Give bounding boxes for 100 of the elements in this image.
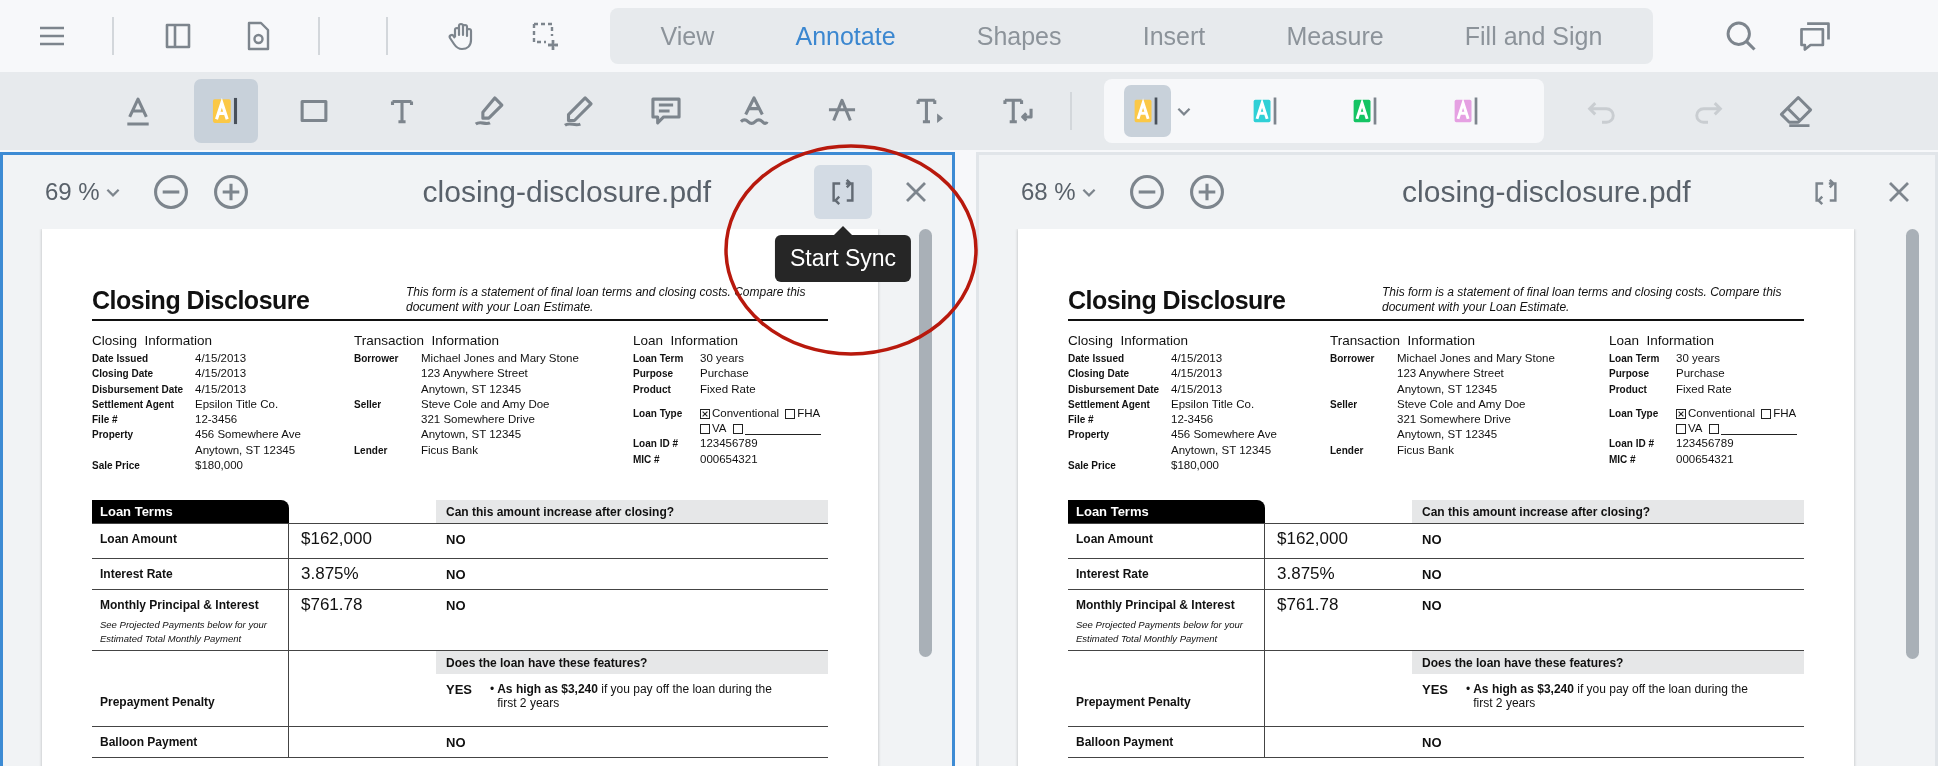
field-label: Product [633,382,672,397]
field-value: Anytown, ST 12345 [195,442,297,458]
document-title: Closing Disclosure [1068,286,1287,315]
question-heading: Does the loan have these features? [436,651,828,675]
field-value: Anytown, ST 12345 [1397,427,1499,443]
row-label: Balloon Payment [1076,735,1175,750]
checkbox-label: Conventional [712,405,780,421]
sync-button[interactable] [814,165,872,219]
row-answer: NO [1422,735,1443,751]
field-value: 4/15/2013 [1171,366,1223,382]
checkbox[interactable] [1676,423,1686,434]
zoom-dropdown[interactable]: 68 % [1021,178,1098,206]
field-value: 4/15/2013 [1171,381,1223,397]
field-value: 4/15/2013 [195,366,247,382]
field-value: 12-3456 [1171,412,1214,428]
bullet: • [1466,682,1471,697]
row-value: $162,000 [301,529,372,549]
field-value: 123 Anywhere Street [1397,366,1505,382]
field-value: Fixed Rate [700,381,756,397]
checkbox-label: Conventional [1688,405,1756,421]
checkbox[interactable] [785,408,796,419]
row-answer: YES [1422,682,1449,698]
scrollbar[interactable] [1906,229,1919,659]
row-answer: NO [1422,567,1443,583]
field-value: $180,000 [195,458,243,474]
tooltip: Start Sync [774,235,912,282]
row-label: Interest Rate [100,567,174,582]
tab[interactable]: Annotate [785,15,906,57]
checkbox[interactable] [700,408,710,419]
checkbox[interactable] [732,423,743,434]
checkbox[interactable] [700,423,710,434]
field-label: File # [92,413,119,428]
field-label: Sale Price [1068,459,1117,474]
field-label: Purpose [633,367,674,382]
field-label: Date Issued [92,352,150,366]
zoom-out-icon[interactable] [151,173,190,211]
field-label: Lender [354,443,389,458]
field-label: Seller [354,397,383,412]
field-label: Settlement Agent [1068,397,1151,412]
row-value: $761.78 [1277,595,1339,615]
field-value: Anytown, ST 12345 [1397,381,1499,397]
field-value: 4/15/2013 [1171,351,1223,366]
field-label: Loan Type [1609,406,1660,421]
question-heading: Can this amount increase after closing? [436,500,828,524]
eraser-icon[interactable] [1778,93,1814,129]
field-label: Closing Date [92,367,155,382]
field-value: 456 Somewhere Ave [195,427,301,443]
field-value: 4/15/2013 [195,351,247,366]
field-value: 321 Somewhere Drive [1397,412,1512,428]
question-heading: Does the loan have these features? [1412,651,1804,675]
zoom-in-icon[interactable] [211,173,250,211]
checkbox[interactable] [1761,408,1772,419]
field-value: Steve Cole and Amy Doe [1397,396,1526,412]
checkbox[interactable] [1676,408,1686,419]
field-value: 30 years [700,351,745,366]
field-value: 30 years [1676,351,1721,366]
field-label: MIC # [633,452,661,467]
field-value: Anytown, ST 12345 [1171,442,1273,458]
row-note: See Projected Payments below for your Estimated Total Monthly Payment [100,618,268,647]
row-value: $162,000 [1277,529,1348,549]
field-value: Purchase [700,366,749,382]
zoom-dropdown[interactable]: 69 % [45,178,122,206]
row-value: 3.875% [301,564,359,584]
tab[interactable]: Measure [1276,15,1394,57]
field-label: Borrower [1330,352,1376,366]
field-value: Anytown, ST 12345 [421,427,523,443]
section-heading: Loan Information [633,333,740,348]
field-value: 321 Somewhere Drive [421,412,536,428]
zoom-out-icon[interactable] [1127,173,1166,211]
question-heading: Can this amount increase after closing? [1412,500,1804,524]
checkbox[interactable] [1708,423,1719,434]
tab[interactable]: Shapes [966,15,1072,57]
field-value: 4/15/2013 [195,381,247,397]
checkbox-label: VA [712,421,727,437]
field-value: 456 Somewhere Ave [1171,427,1277,443]
file-name: closing-disclosure.pdf [421,175,713,209]
checkbox-label: FHA [1773,405,1797,421]
field-label: Seller [1330,397,1359,412]
color-swatch-button[interactable] [1124,85,1171,137]
field-label: Loan Term [633,352,685,366]
field-value: Purchase [1676,366,1725,382]
row-note: See Projected Payments below for your Estimated Total Monthly Payment [1076,618,1244,647]
tab[interactable]: Insert [1132,15,1216,57]
field-value: Epsilon Title Co. [195,396,279,412]
field-value: 123 Anywhere Street [421,366,529,382]
row-answer: NO [446,567,467,583]
tab[interactable]: View [650,15,725,57]
row-label: Loan Amount [100,532,178,547]
row-value: 3.875% [1277,564,1335,584]
section-heading: Transaction Information [354,333,501,348]
section-heading: Loan Information [1609,333,1716,348]
row-label: Prepayment Penalty [100,695,216,710]
field-value: 123456789 [1676,436,1734,452]
scrollbar[interactable] [919,229,932,657]
tab[interactable]: Fill and Sign [1454,15,1613,57]
file-name: closing-disclosure.pdf [1401,175,1692,209]
zoom-in-icon[interactable] [1187,173,1226,211]
field-label: Settlement Agent [92,397,175,412]
row-detail: As high as $3,240 if you pay off the loan during the first 2 years [1473,682,1749,711]
bullet: • [490,682,495,697]
